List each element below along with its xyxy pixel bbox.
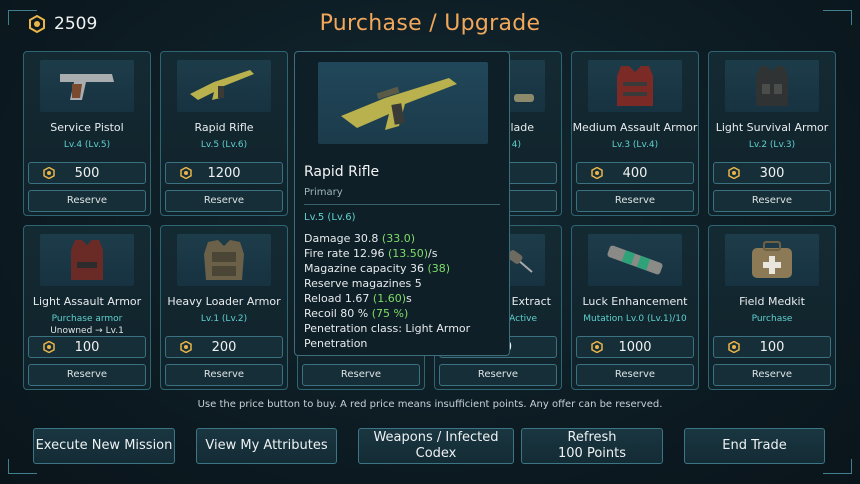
shop-card-field-medkit[interactable]: Field Medkit Purchase 100 Reserve (708, 225, 836, 390)
reserve-button[interactable]: Reserve (576, 190, 694, 212)
price-value: 100 (74, 340, 100, 355)
item-tooltip: Rapid Rifle Primary Lv.5 (Lv.6) Damage 3… (294, 51, 510, 356)
card-name: Luck Enhancement (582, 295, 688, 308)
page-title: Purchase / Upgrade (319, 11, 541, 36)
shop-card-service-pistol[interactable]: Service Pistol Lv.4 (Lv.5) 500 Reserve (23, 51, 151, 216)
card-name: Medium Assault Armor (572, 121, 698, 134)
card-level: Lv.4 (Lv.5) (63, 140, 111, 150)
stat-line: Recoil 80 % (75 %) (304, 307, 409, 320)
tooltip-divider (304, 204, 500, 205)
buy-price-button[interactable]: 100 (713, 336, 831, 358)
tooltip-item-category: Primary (304, 187, 343, 198)
medkit-icon (725, 234, 819, 286)
view-my-attributes-button[interactable]: View My Attributes (196, 428, 337, 464)
tooltip-stats: Damage 30.8 (33.0) Fire rate 12.96 (13.5… (304, 231, 470, 351)
reserve-button[interactable]: Reserve (165, 190, 283, 212)
buy-price-button[interactable]: 500 (28, 162, 146, 184)
stat-line: Fire rate 12.96 (13.50)/s (304, 247, 438, 260)
stat-line: Reload 1.67 (1.60)s (304, 292, 412, 305)
reserve-button[interactable]: Reserve (713, 190, 831, 212)
card-level: Purchase armor (51, 314, 123, 324)
card-level: Lv.2 (Lv.3) (748, 140, 796, 150)
price-value: 400 (622, 166, 648, 181)
shop-card-heavy-loader-armor[interactable]: Heavy Loader Armor Lv.1 (Lv.2) 200 Reser… (160, 225, 288, 390)
price-value: 1000 (618, 340, 652, 355)
shop-card-light-assault-armor[interactable]: Light Assault Armor Purchase armor Unown… (23, 225, 151, 390)
armor-vest-icon (40, 234, 134, 286)
card-name: Field Medkit (739, 295, 805, 308)
frame-corner (823, 459, 852, 474)
card-name: Light Assault Armor (32, 295, 142, 308)
reserve-button[interactable]: Reserve (28, 364, 146, 386)
refresh-button[interactable]: Refresh 100 Points (521, 428, 663, 464)
rifle-icon (177, 60, 271, 112)
card-level: Lv.5 (Lv.6) (200, 140, 248, 150)
reserve-button[interactable]: Reserve (302, 364, 420, 386)
stat-line: Damage 30.8 (33.0) (304, 232, 415, 245)
codex-button[interactable]: Weapons / Infected Codex (358, 428, 514, 464)
buy-price-button[interactable]: 300 (713, 162, 831, 184)
buy-price-button[interactable]: 1200 (165, 162, 283, 184)
card-level: Lv.1 (Lv.2) (200, 314, 248, 324)
buy-price-button[interactable]: 200 (165, 336, 283, 358)
buy-price-button[interactable]: 1000 (576, 336, 694, 358)
shop-card-light-survival-armor[interactable]: Light Survival Armor Lv.2 (Lv.3) 300 Res… (708, 51, 836, 216)
card-level: Purchase (751, 314, 793, 324)
price-value: 100 (759, 340, 785, 355)
stat-line: Magazine capacity 36 (38) (304, 262, 451, 275)
card-level: Mutation Lv.0 (Lv.1)/10 (583, 314, 687, 324)
armor-vest-icon (588, 60, 682, 112)
serum-canister-icon (588, 234, 682, 286)
stat-line: Penetration class: Light Armor (304, 322, 471, 335)
armor-vest-icon (725, 60, 819, 112)
stat-line: Reserve magazines 5 (304, 277, 422, 290)
reserve-button[interactable]: Reserve (439, 364, 557, 386)
execute-new-mission-button[interactable]: Execute New Mission (33, 428, 175, 464)
heavy-armor-icon (177, 234, 271, 286)
card-name: Heavy Loader Armor (167, 295, 281, 308)
shop-card-rapid-rifle[interactable]: Rapid Rifle Lv.5 (Lv.6) 1200 Reserve (160, 51, 288, 216)
pistol-icon (40, 60, 134, 112)
buy-price-button[interactable]: 400 (576, 162, 694, 184)
reserve-button[interactable]: Reserve (576, 364, 694, 386)
price-value: 1200 (207, 166, 241, 181)
refresh-label: Refresh (567, 430, 617, 445)
reserve-button[interactable]: Reserve (165, 364, 283, 386)
buy-price-button[interactable]: 100 (28, 336, 146, 358)
rifle-icon (318, 62, 488, 144)
end-trade-button[interactable]: End Trade (684, 428, 825, 464)
card-name: Rapid Rifle (194, 121, 254, 134)
stat-line: Penetration (304, 337, 368, 350)
price-value: 300 (759, 166, 785, 181)
shop-card-luck-enhancement[interactable]: Luck Enhancement Mutation Lv.0 (Lv.1)/10… (571, 225, 699, 390)
price-value: 200 (211, 340, 237, 355)
tooltip-level: Lv.5 (Lv.6) (304, 212, 356, 223)
card-name: Service Pistol (50, 121, 124, 134)
card-name: Light Survival Armor (715, 121, 829, 134)
card-level: Lv.3 (Lv.4) (611, 140, 659, 150)
shop-card-medium-assault-armor[interactable]: Medium Assault Armor Lv.3 (Lv.4) 400 Res… (571, 51, 699, 216)
help-hint: Use the price button to buy. A red price… (197, 399, 663, 410)
reserve-button[interactable]: Reserve (713, 364, 831, 386)
tooltip-item-name: Rapid Rifle (304, 164, 380, 180)
refresh-cost: 100 Points (558, 446, 626, 461)
price-value: 500 (74, 166, 100, 181)
reserve-button[interactable]: Reserve (28, 190, 146, 212)
